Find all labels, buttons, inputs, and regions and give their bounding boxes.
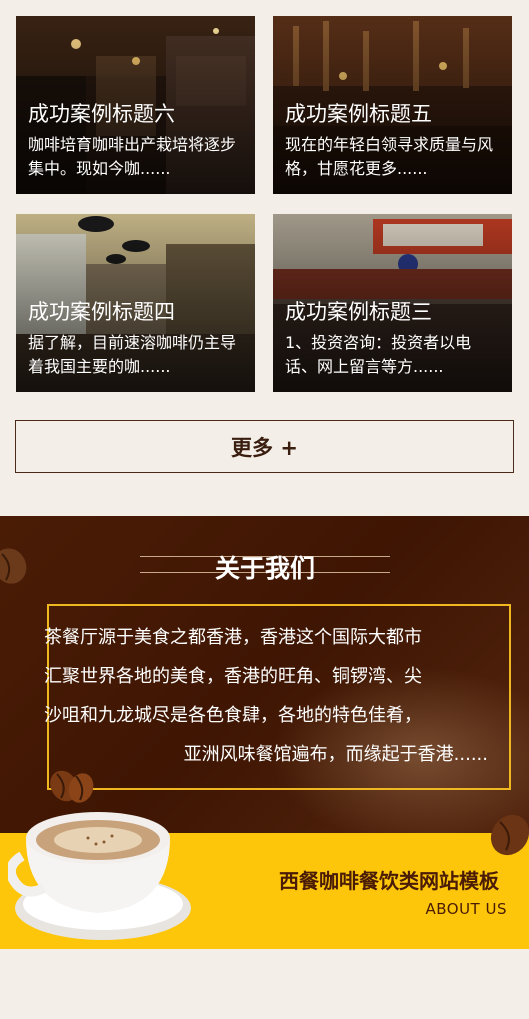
about-line: 沙咀和九龙城尽是各色食肆，各地的特色佳肴，	[44, 705, 422, 726]
coffee-bean-icon	[0, 548, 27, 584]
case-card-3[interactable]: 成功案例标题三 1、投资咨询：投资者以电话、网上留言等方......	[273, 214, 512, 392]
about-heading: 关于我们	[140, 546, 390, 586]
case-title: 成功案例标题四	[28, 300, 175, 324]
about-title: 关于我们	[214, 554, 315, 583]
about-text: 茶餐厅源于美食之都香港，香港这个国际大都市 汇聚世界各地的美食，香港的旺角、铜锣…	[44, 618, 488, 774]
about-section: 关于我们 茶餐厅源于美食之都香港，香港这个国际大都市 汇聚世界各地的美食，香港的…	[0, 516, 529, 949]
case-description: 据了解，目前速溶咖啡仍主导着我国主要的咖......	[28, 333, 237, 376]
case-description: 1、投资咨询：投资者以电话、网上留言等方......	[285, 333, 472, 376]
more-button[interactable]: 更多 +	[15, 420, 514, 473]
page: 成功案例标题六 咖啡培育咖啡出产栽培将逐步集中。现如今咖...... 成功案例标…	[0, 0, 529, 1019]
case-title: 成功案例标题六	[28, 102, 175, 126]
about-line: 汇聚世界各地的美食，香港的旺角、铜锣湾、尖	[44, 666, 422, 687]
site-title: 西餐咖啡餐饮类网站模板	[279, 869, 499, 893]
case-card-4[interactable]: 成功案例标题四 据了解，目前速溶咖啡仍主导着我国主要的咖......	[16, 214, 255, 392]
case-title: 成功案例标题三	[285, 300, 432, 324]
case-title: 成功案例标题五	[285, 102, 432, 126]
case-card-6[interactable]: 成功案例标题六 咖啡培育咖啡出产栽培将逐步集中。现如今咖......	[16, 16, 255, 194]
case-description: 咖啡培育咖啡出产栽培将逐步集中。现如今咖......	[28, 135, 237, 178]
case-card-5[interactable]: 成功案例标题五 现在的年轻白领寻求质量与风格，甘愿花更多......	[273, 16, 512, 194]
about-line: 茶餐厅源于美食之都香港，香港这个国际大都市	[44, 627, 422, 648]
about-us-label[interactable]: ABOUT US	[425, 900, 507, 918]
coffee-cup-icon	[8, 812, 191, 940]
coffee-bean-icon	[490, 814, 529, 856]
case-description: 现在的年轻白领寻求质量与风格，甘愿花更多......	[285, 135, 494, 178]
